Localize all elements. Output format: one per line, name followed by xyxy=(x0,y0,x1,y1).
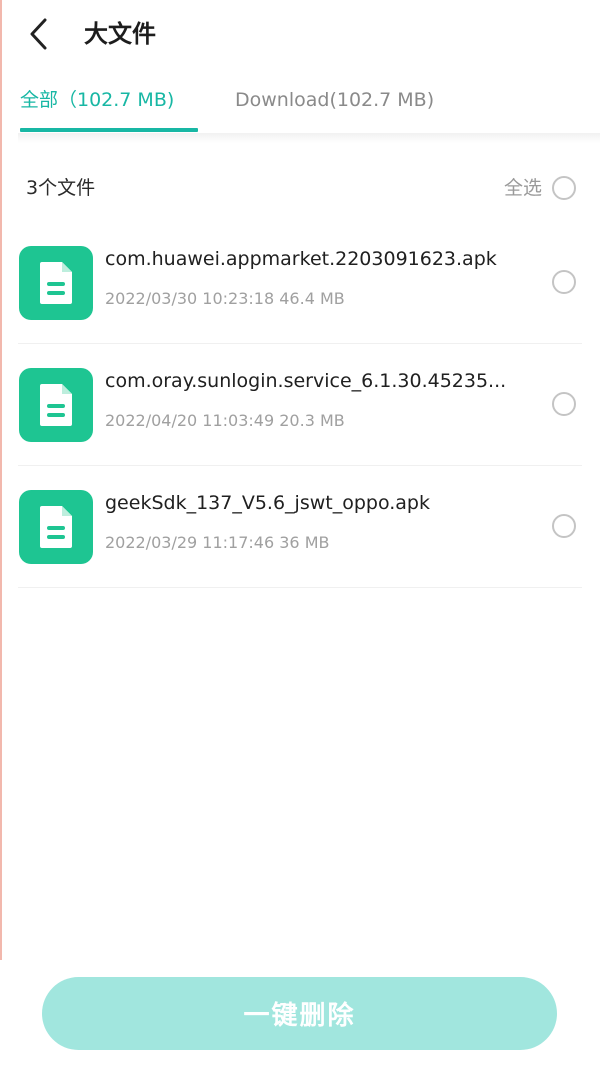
list-item[interactable]: geekSdk_137_V5.6_jswt_oppo.apk 2022/03/2… xyxy=(0,466,600,588)
page-title: 大文件 xyxy=(84,20,156,48)
document-icon xyxy=(19,246,93,320)
tab-download[interactable]: Download(102.7 MB) xyxy=(235,84,434,116)
file-meta: 2022/04/20 11:03:49 20.3 MB xyxy=(105,411,345,430)
list-item[interactable]: com.oray.sunlogin.service_6.1.30.45235..… xyxy=(0,344,600,466)
active-tab-indicator xyxy=(20,128,198,132)
select-all-label: 全选 xyxy=(503,177,542,199)
list-header: 3个文件 全选 xyxy=(0,166,600,210)
file-name: com.huawei.appmarket.2203091623.apk xyxy=(105,248,497,270)
file-count: 3个文件 xyxy=(26,177,96,199)
tab-all[interactable]: 全部（102.7 MB) xyxy=(20,84,174,116)
chevron-left-icon xyxy=(30,18,47,50)
document-icon xyxy=(19,490,93,564)
list-item[interactable]: com.huawei.appmarket.2203091623.apk 2022… xyxy=(0,222,600,344)
document-icon xyxy=(19,368,93,442)
back-button[interactable] xyxy=(18,14,58,54)
file-meta: 2022/03/30 10:23:18 46.4 MB xyxy=(105,289,345,308)
select-all-radio[interactable] xyxy=(552,176,576,200)
file-name: com.oray.sunlogin.service_6.1.30.45235..… xyxy=(105,370,507,392)
tab-bar-shadow xyxy=(18,133,600,143)
select-all-control[interactable]: 全选 xyxy=(504,172,576,204)
divider xyxy=(18,587,582,588)
file-select-radio[interactable] xyxy=(552,270,576,294)
delete-all-button[interactable]: 一键删除 xyxy=(42,977,557,1050)
file-name: geekSdk_137_V5.6_jswt_oppo.apk xyxy=(105,492,430,514)
file-meta: 2022/03/29 11:17:46 36 MB xyxy=(105,533,330,552)
file-select-radio[interactable] xyxy=(552,514,576,538)
delete-all-label: 一键删除 xyxy=(243,1001,356,1031)
file-select-radio[interactable] xyxy=(552,392,576,416)
app-header: 大文件 xyxy=(0,0,600,70)
tab-bar: 全部（102.7 MB) Download(102.7 MB) xyxy=(0,76,600,134)
